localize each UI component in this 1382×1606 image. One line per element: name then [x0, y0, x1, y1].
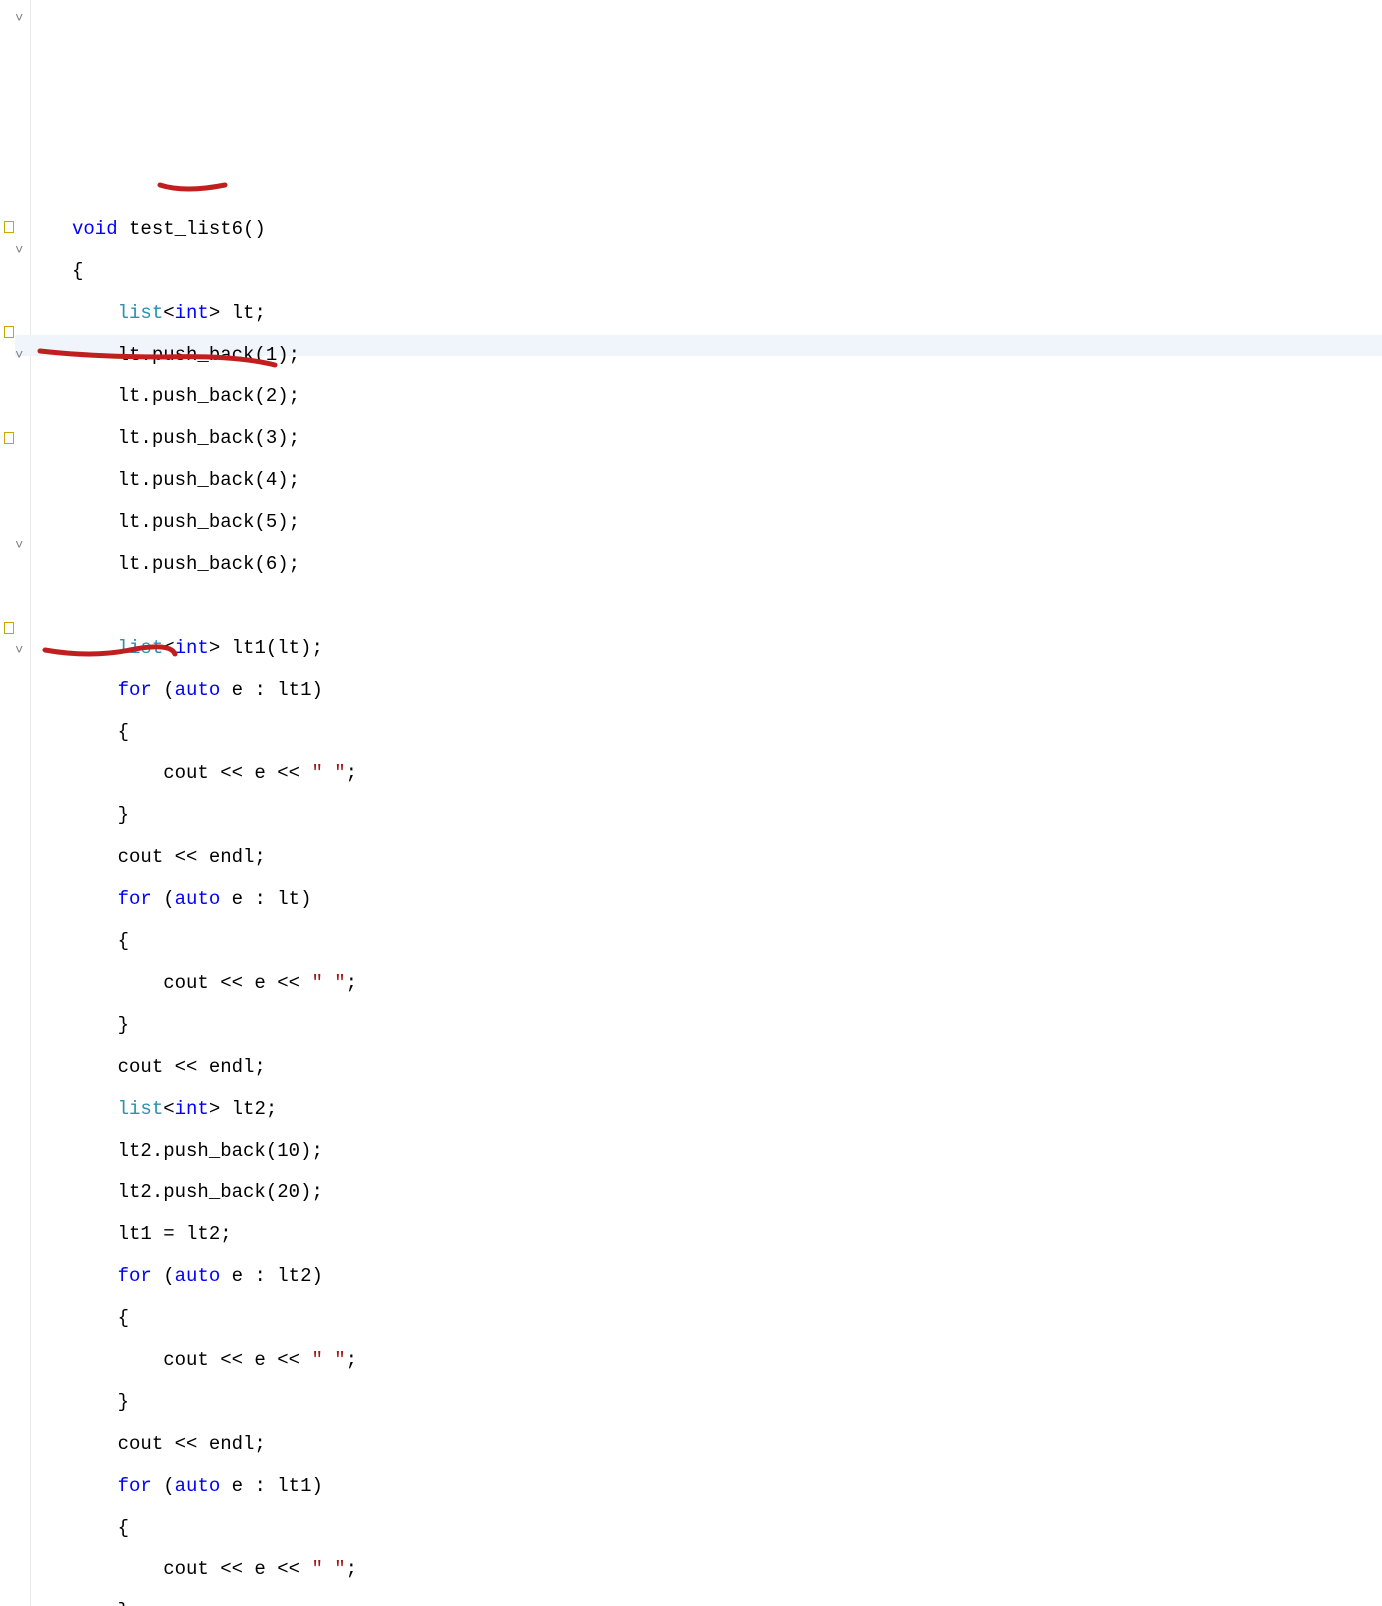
code-line: { — [72, 1308, 1382, 1329]
code-line: lt.push_back(3); — [72, 428, 1382, 449]
fold-arrow-icon[interactable] — [15, 539, 23, 554]
code-line: } — [72, 805, 1382, 826]
code-line: { — [72, 722, 1382, 743]
code-line: cout << endl; — [72, 1057, 1382, 1078]
code-line: cout << e << " "; — [72, 763, 1382, 784]
fold-arrow-icon[interactable] — [15, 12, 23, 27]
fold-arrow-icon[interactable] — [15, 349, 23, 364]
code-line: list<int> lt1(lt); — [72, 638, 1382, 659]
code-line: lt.push_back(2); — [72, 386, 1382, 407]
code-line: for (auto e : lt2) — [72, 1266, 1382, 1287]
code-line: list<int> lt; — [72, 303, 1382, 324]
code-area: void test_list6() { list<int> lt; lt.pus… — [0, 125, 1382, 1606]
code-line: { — [72, 931, 1382, 952]
annotation-lt — [155, 171, 265, 195]
code-line: lt2.push_back(10); — [72, 1141, 1382, 1162]
gutter-marker[interactable] — [4, 432, 14, 444]
gutter-marker[interactable] — [4, 326, 14, 338]
keyword-void: void — [72, 218, 118, 240]
gutter-marker[interactable] — [4, 221, 14, 233]
code-line: cout << e << " "; — [72, 1559, 1382, 1580]
code-line: lt1 = lt2; — [72, 1224, 1382, 1245]
code-line: cout << endl; — [72, 847, 1382, 868]
code-line: } — [72, 1601, 1382, 1606]
fold-arrow-icon[interactable] — [15, 644, 23, 659]
fold-arrow-icon[interactable] — [15, 244, 23, 259]
code-line: for (auto e : lt1) — [72, 680, 1382, 701]
code-line: lt.push_back(5); — [72, 512, 1382, 533]
code-line: { — [72, 261, 1382, 282]
code-line: lt.push_back(1); — [72, 345, 1382, 366]
code-line: list<int> lt2; — [72, 1099, 1382, 1120]
code-line: lt2.push_back(20); — [72, 1182, 1382, 1203]
code-line: } — [72, 1392, 1382, 1413]
gutter-marker[interactable] — [4, 622, 14, 634]
code-line: } — [72, 1015, 1382, 1036]
code-line: cout << e << " "; — [72, 1350, 1382, 1371]
code-line: { — [72, 1518, 1382, 1539]
code-line: lt.push_back(6); — [72, 554, 1382, 575]
code-line: void test_list6() — [72, 219, 1382, 240]
code-line: lt.push_back(4); — [72, 470, 1382, 491]
code-line: cout << e << " "; — [72, 973, 1382, 994]
code-line: for (auto e : lt) — [72, 889, 1382, 910]
code-line: cout << endl; — [72, 1434, 1382, 1455]
code-line — [72, 596, 1382, 617]
code-line: for (auto e : lt1) — [72, 1476, 1382, 1497]
